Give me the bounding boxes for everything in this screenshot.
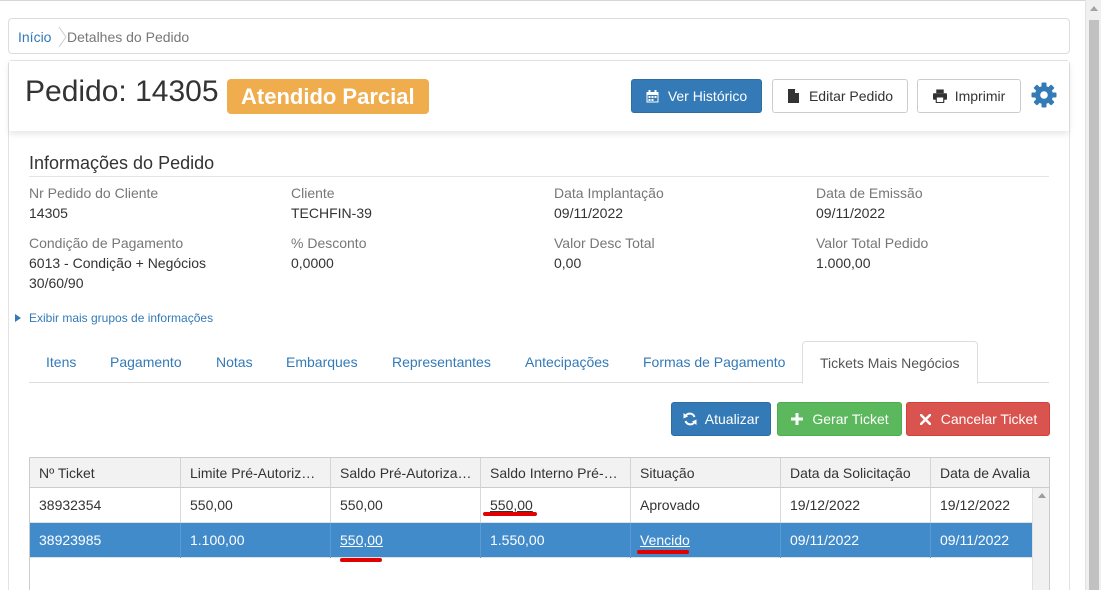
close-icon: [919, 412, 933, 426]
cell-data-solicitacao: 19/12/2022: [781, 488, 931, 523]
more-info-link[interactable]: Exibir mais grupos de informações: [15, 311, 213, 325]
scrollbar-thumb[interactable]: [1089, 20, 1099, 590]
column-header-saldo-pre[interactable]: Saldo Pré-Autoriza…: [331, 458, 481, 488]
field-label-emission-date: Data de Emissão: [816, 185, 923, 201]
cell-saldo-pre-value: 550,00: [340, 532, 383, 548]
breadcrumb-current: Detalhes do Pedido: [67, 29, 190, 45]
page-scrollbar[interactable]: [1085, 0, 1101, 590]
printer-icon: [932, 89, 947, 103]
tab-notas[interactable]: Notas: [199, 341, 270, 383]
order-tabs: Itens Pagamento Notas Embarques Represen…: [29, 341, 1049, 384]
more-info-label: Exibir mais grupos de informações: [29, 311, 214, 325]
cancel-ticket-button[interactable]: Cancelar Ticket: [906, 402, 1050, 436]
generate-ticket-button[interactable]: Gerar Ticket: [777, 402, 902, 436]
column-header-ticket[interactable]: Nº Ticket: [30, 458, 181, 488]
column-header-limite[interactable]: Limite Pré-Autoriz…: [181, 458, 331, 488]
field-label-client: Cliente: [291, 185, 335, 201]
scroll-up-arrow-icon[interactable]: [1090, 6, 1098, 11]
edit-order-button[interactable]: Editar Pedido: [772, 79, 908, 113]
grid-header: Nº Ticket Limite Pré-Autoriz… Saldo Pré-…: [30, 458, 1049, 488]
breadcrumb: Início Detalhes do Pedido: [8, 18, 1070, 54]
cell-data-solicitacao: 09/11/2022: [781, 523, 931, 558]
field-label-order-total: Valor Total Pedido: [816, 235, 929, 251]
cell-saldo-pre: 550,00: [331, 523, 481, 558]
cell-saldo-pre: 550,00: [331, 488, 481, 523]
field-value-customer-order: 14305: [29, 205, 68, 221]
grid-scrollbar[interactable]: [1032, 488, 1049, 590]
cell-saldo-interno: 550,00: [481, 488, 631, 523]
tab-antecipacoes[interactable]: Antecipações: [508, 341, 626, 383]
field-label-discount-total: Valor Desc Total: [554, 235, 655, 251]
cell-data-avaliacao: 09/11/2022: [940, 532, 1010, 548]
status-badge: Atendido Parcial: [227, 79, 429, 114]
field-label-discount: % Desconto: [291, 235, 367, 251]
refresh-icon: [683, 412, 697, 426]
field-value-payment-condition-line1: 6013 - Condição + Negócios: [29, 255, 207, 271]
cell-saldo-interno-value: 550,00: [490, 497, 533, 513]
gear-icon[interactable]: [1031, 82, 1057, 108]
column-header-data-avaliacao[interactable]: Data de Avalia: [931, 458, 1049, 488]
cell-situacao: Aprovado: [631, 488, 781, 523]
section-divider: [29, 176, 1049, 177]
order-info-title: Informações do Pedido: [29, 153, 215, 173]
table-row-selected[interactable]: 38923985 1.100,00 550,00 1.550,00 Vencid…: [30, 523, 1032, 558]
field-value-emission-date: 09/11/2022: [816, 205, 886, 221]
tab-tickets-mais-negocios[interactable]: Tickets Mais Negócios: [802, 341, 978, 384]
tab-representantes[interactable]: Representantes: [375, 341, 508, 383]
calendar-icon: [646, 89, 660, 103]
cell-limite: 550,00: [181, 488, 331, 523]
document-icon: [787, 89, 801, 103]
tab-embarques[interactable]: Embarques: [269, 341, 375, 383]
page-title: Pedido: 14305: [25, 75, 219, 108]
field-value-implant-date: 09/11/2022: [554, 205, 624, 221]
refresh-button-label: Atualizar: [704, 411, 760, 427]
tab-itens[interactable]: Itens: [29, 341, 93, 383]
refresh-button[interactable]: Atualizar: [671, 402, 771, 436]
plus-icon: [790, 412, 804, 426]
history-button-label: Ver Histórico: [667, 88, 748, 104]
annotation-underline: [340, 558, 382, 562]
cell-saldo-interno: 1.550,00: [481, 523, 631, 558]
field-value-discount-total: 0,00: [554, 255, 582, 271]
print-button-label: Imprimir: [954, 88, 1006, 104]
table-row[interactable]: 38932354 550,00 550,00 550,00 Aprovado 1…: [30, 488, 1032, 523]
annotation-underline: [483, 512, 537, 516]
field-value-client: TECHFIN-39: [291, 205, 372, 221]
field-value-discount: 0,0000: [291, 255, 334, 271]
page: Início Detalhes do Pedido Pedido: 14305 …: [0, 0, 1085, 590]
cell-ticket: 38923985: [30, 523, 181, 558]
field-value-order-total: 1.000,00: [816, 255, 871, 271]
cancel-ticket-label: Cancelar Ticket: [940, 411, 1038, 427]
tickets-grid: Nº Ticket Limite Pré-Autoriz… Saldo Pré-…: [29, 457, 1050, 590]
generate-ticket-label: Gerar Ticket: [812, 411, 889, 427]
scroll-up-arrow-icon[interactable]: [1038, 493, 1046, 498]
column-header-situacao[interactable]: Situação: [631, 458, 781, 488]
order-header: Pedido: 14305 Atendido Parcial Ver Histó…: [9, 61, 1069, 131]
history-button[interactable]: Ver Histórico: [631, 79, 762, 113]
cell-situacao-value: Vencido: [640, 532, 690, 548]
order-panel: Pedido: 14305 Atendido Parcial Ver Histó…: [8, 60, 1070, 590]
cell-limite: 1.100,00: [181, 523, 331, 558]
print-button[interactable]: Imprimir: [917, 79, 1021, 113]
caret-right-icon: [15, 314, 21, 322]
tab-pagamento[interactable]: Pagamento: [93, 341, 199, 383]
field-label-implant-date: Data Implantação: [554, 185, 664, 201]
annotation-underline: [637, 550, 689, 554]
column-header-data-solicitacao[interactable]: Data da Solicitação: [781, 458, 931, 488]
breadcrumb-home-link[interactable]: Início: [18, 29, 51, 45]
field-label-customer-order: Nr Pedido do Cliente: [29, 185, 159, 201]
tab-formas-pagamento[interactable]: Formas de Pagamento: [626, 341, 802, 383]
field-value-payment-condition-line2: 30/60/90: [29, 275, 84, 291]
column-header-saldo-interno[interactable]: Saldo Interno Pré-…: [481, 458, 631, 488]
cell-data-avaliacao: 19/12/2022: [940, 497, 1011, 513]
cell-ticket: 38932354: [30, 488, 181, 523]
field-label-payment-condition: Condição de Pagamento: [29, 235, 184, 251]
edit-order-label: Editar Pedido: [808, 88, 894, 104]
